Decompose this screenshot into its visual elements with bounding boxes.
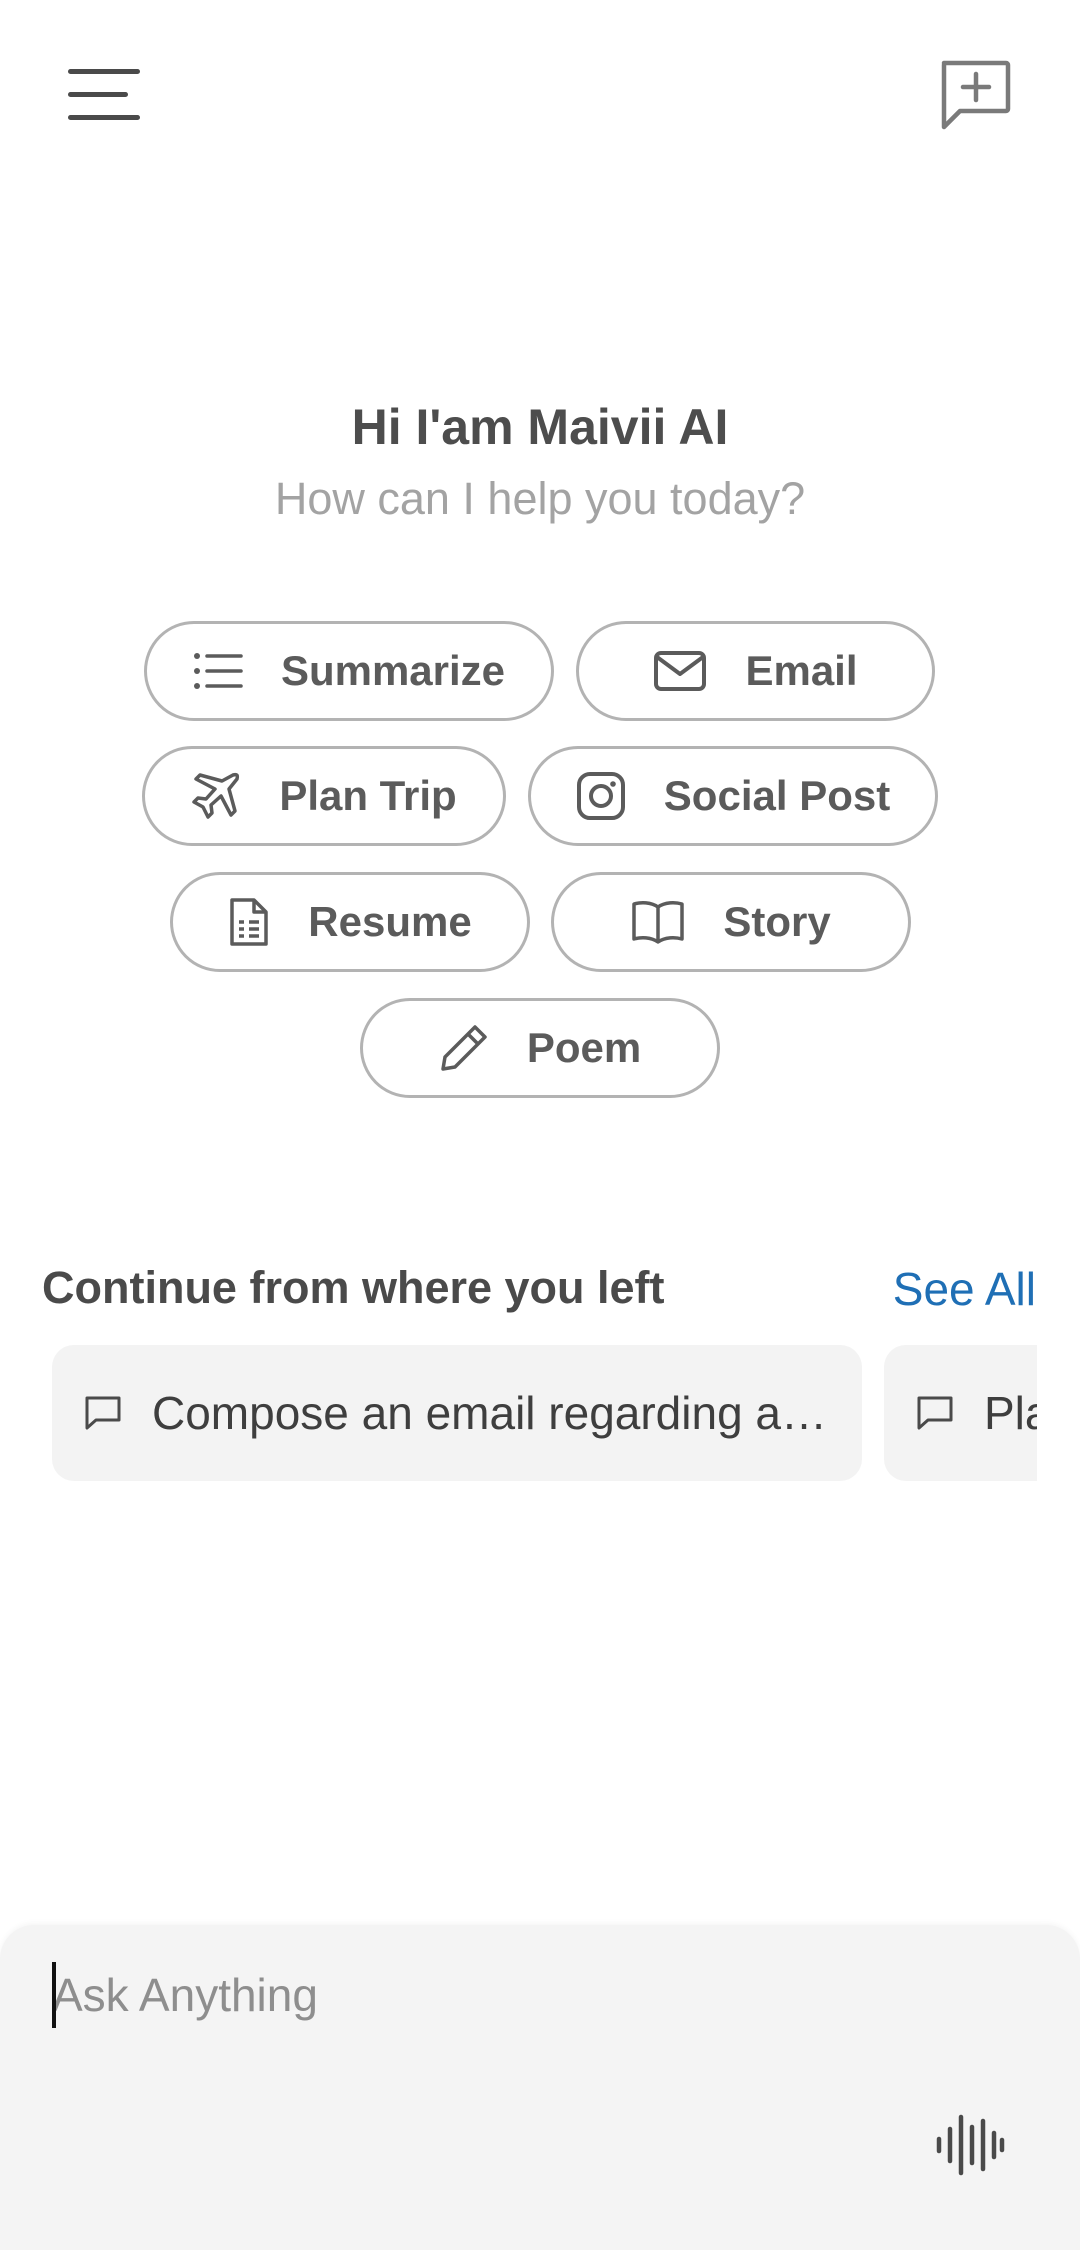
pencil-icon [441, 1025, 487, 1071]
recent-chat-text: Pla [984, 1387, 1037, 1439]
chip-poem[interactable]: Poem [360, 998, 720, 1098]
chip-label: Social Post [663, 772, 891, 819]
greeting: Hi I'am Maivii AI How can I help you tod… [0, 395, 1080, 531]
chip-label: Story [723, 898, 831, 945]
voice-waveform-icon [936, 2114, 1005, 2176]
chip-resume[interactable]: Resume [170, 872, 530, 972]
chip-label: Summarize [280, 647, 506, 694]
greeting-subtitle: How can I help you today? [274, 473, 806, 524]
book-icon [632, 901, 685, 944]
chip-story[interactable]: Story [551, 872, 911, 972]
chip-plan-trip[interactable]: Plan Trip [142, 746, 506, 846]
menu-button[interactable] [50, 40, 160, 150]
mail-icon [654, 651, 707, 691]
recent-chat-card[interactable]: Compose an email regarding a… [52, 1345, 862, 1481]
instagram-icon [576, 772, 625, 820]
chip-social-post[interactable]: Social Post [528, 746, 938, 846]
chip-label: Poem [526, 1024, 642, 1071]
new-chat-icon [941, 60, 1011, 130]
hamburger-menu-icon [68, 69, 140, 120]
chat-bubble-icon [85, 1396, 121, 1430]
composer [0, 1925, 1080, 2250]
chip-email[interactable]: Email [576, 621, 935, 721]
recent-chat-card[interactable]: Pla [884, 1345, 1037, 1481]
recent-chat-text: Compose an email regarding a… [152, 1387, 828, 1439]
voice-input-button[interactable] [930, 2105, 1010, 2185]
list-icon [193, 653, 243, 689]
see-all-link[interactable]: See All [893, 1262, 1036, 1316]
chip-summarize[interactable]: Summarize [144, 621, 554, 721]
home-screen: Hi I'am Maivii AI How can I help you tod… [0, 0, 1080, 2250]
airplane-icon [192, 772, 240, 819]
chat-bubble-icon [917, 1396, 953, 1430]
ask-anything-input[interactable] [52, 1955, 952, 2035]
recent-section-title: Continue from where you left [42, 1262, 665, 1313]
greeting-title: Hi I'am Maivii AI [351, 399, 729, 455]
text-caret [52, 1962, 56, 2028]
new-chat-button[interactable] [920, 40, 1030, 150]
document-icon [230, 898, 269, 946]
chip-label: Resume [308, 898, 472, 945]
chip-label: Plan Trip [279, 772, 457, 819]
recent-carousel[interactable]: Compose an email regarding a… Pla [52, 1345, 1037, 1483]
chip-label: Email [745, 647, 858, 694]
